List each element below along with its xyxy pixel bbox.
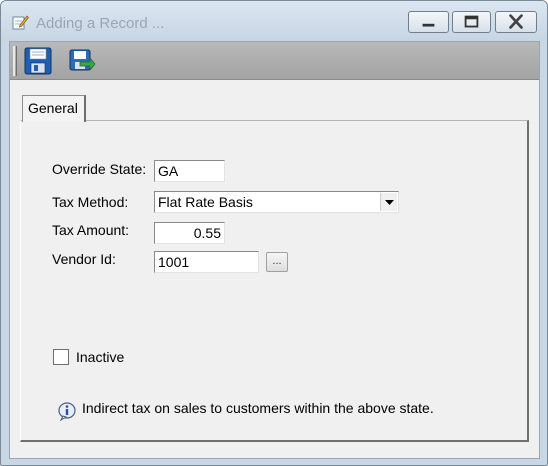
tax-amount-input[interactable]: 0.55 [154, 222, 225, 244]
info-text: Indirect tax on sales to customers withi… [82, 400, 434, 416]
tax-amount-label: Tax Amount: [52, 222, 130, 238]
vendor-id-label: Vendor Id: [52, 251, 116, 267]
general-tab-panel: Override State: GA Tax Method: Flat Rate… [20, 120, 529, 442]
toolbar-grip[interactable] [13, 46, 17, 76]
inactive-label: Inactive [76, 349, 125, 365]
title-bar[interactable]: Adding a Record ... [1, 1, 547, 41]
floppy-disk-icon [24, 47, 52, 75]
save-button[interactable] [23, 46, 53, 76]
maximize-button[interactable] [452, 11, 491, 33]
close-icon [509, 14, 523, 29]
save-and-close-button[interactable] [66, 46, 96, 76]
minimize-button[interactable] [408, 11, 449, 33]
dialog-window: Adding a Record ... General Override Sta… [0, 0, 548, 466]
override-state-label: Override State: [52, 161, 147, 177]
save-close-icon [69, 49, 96, 72]
close-button[interactable] [495, 11, 537, 33]
tax-method-value: Flat Rate Basis [158, 194, 253, 210]
maximize-icon [464, 15, 479, 28]
tab-general[interactable]: General [22, 95, 86, 122]
minimize-icon [422, 23, 435, 27]
window-title: Adding a Record ... [36, 15, 165, 32]
dialog-client-area: General Override State: GA Tax Method: F… [9, 41, 540, 459]
inactive-checkbox[interactable] [53, 349, 69, 365]
override-state-input[interactable]: GA [154, 160, 225, 182]
toolbar [10, 42, 539, 80]
edit-record-icon [11, 13, 29, 31]
chevron-down-icon [385, 200, 394, 205]
dropdown-arrow-button[interactable] [380, 193, 397, 211]
tax-method-select[interactable]: Flat Rate Basis [154, 191, 399, 213]
vendor-lookup-button[interactable]: ... [266, 252, 288, 272]
info-icon [57, 401, 77, 422]
tax-method-label: Tax Method: [52, 194, 129, 210]
vendor-id-input[interactable]: 1001 [154, 251, 259, 273]
